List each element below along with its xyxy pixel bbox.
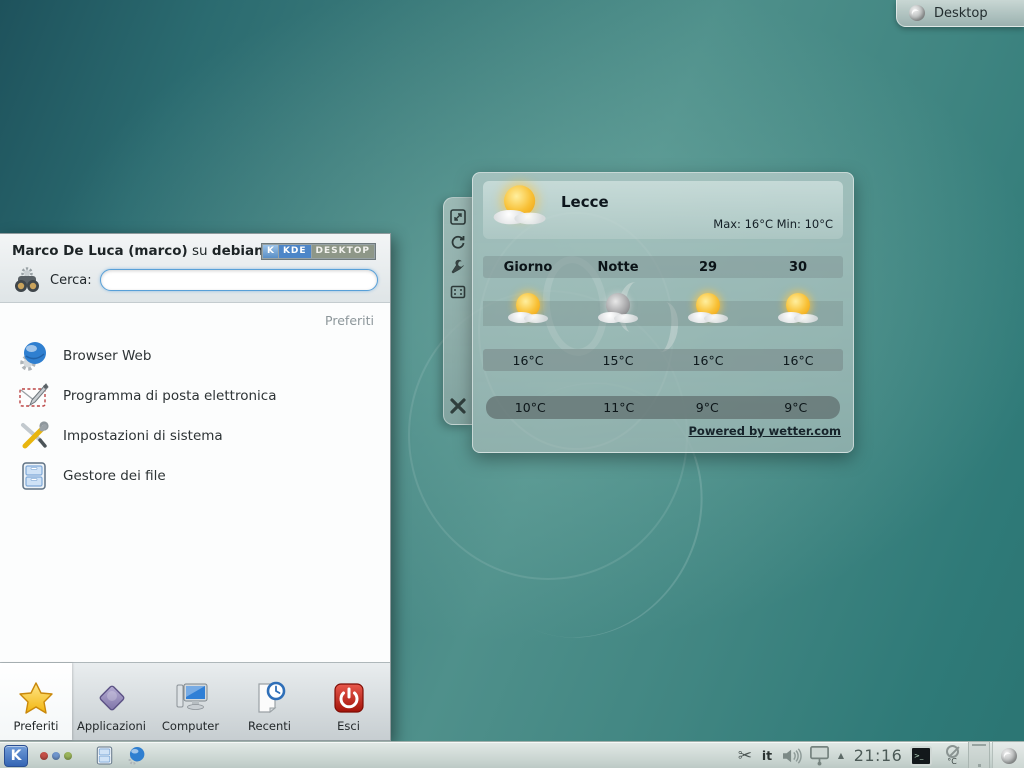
kickoff-user-name: Marco De Luca (marco) — [12, 243, 188, 259]
binoculars-search-icon — [12, 266, 42, 294]
weather-city: Lecce — [561, 193, 609, 211]
file-manager-icon — [18, 460, 50, 492]
search-input[interactable] — [100, 269, 378, 291]
tab-recenti[interactable]: Recenti — [230, 663, 309, 740]
weather-tray-icon[interactable]: °C — [940, 742, 964, 768]
weather-widget: Lecce Max: 16°C Min: 10°C Giorno Notte 2… — [472, 172, 854, 453]
kde-logo-icon: K — [4, 745, 28, 767]
tab-applicazioni[interactable]: Applicazioni — [72, 663, 151, 740]
weather-night-temps: 10°C 11°C 9°C 9°C — [486, 396, 840, 419]
weather-col-label: 30 — [753, 260, 843, 275]
pager-dot-red[interactable] — [40, 752, 48, 760]
weather-column-headers: Giorno Notte 29 30 — [483, 256, 843, 278]
menu-item-mail-client[interactable]: Programma di posta elettronica — [16, 376, 374, 416]
tab-label: Preferiti — [13, 719, 58, 733]
kickoff-menu: Marco De Luca (marco) su debian K KDE DE… — [0, 233, 391, 741]
desktop-toolbox[interactable]: Desktop — [896, 0, 1024, 27]
search-label: Cerca: — [50, 273, 92, 288]
kde-logo-icon: K — [263, 245, 278, 258]
web-browser-launcher[interactable] — [124, 742, 148, 768]
menu-item-label: Gestore dei file — [63, 468, 166, 484]
applet-micro-text — [972, 744, 986, 746]
sun-behind-cloud-icon — [776, 292, 820, 326]
sun-behind-cloud-icon — [506, 292, 550, 326]
day-temp: 15°C — [573, 353, 663, 368]
menu-item-label: Impostazioni di sistema — [63, 428, 223, 444]
pager-dot-blue[interactable] — [52, 752, 60, 760]
kickoff-hostname: debian — [212, 243, 264, 259]
power-icon — [332, 681, 366, 715]
plasma-cashew-icon — [1001, 748, 1017, 764]
taskbar-panel: K ✂ it — [0, 741, 1024, 768]
mail-client-icon — [18, 380, 50, 412]
weather-day-temps: 16°C 15°C 16°C 16°C — [483, 349, 843, 371]
night-temp: 10°C — [486, 400, 575, 415]
recent-documents-icon — [253, 681, 287, 715]
settings-wrench-icon[interactable] — [450, 259, 466, 275]
tab-preferiti[interactable]: Preferiti — [0, 663, 72, 740]
no-data-icon — [946, 745, 959, 758]
sun-behind-cloud-icon — [686, 292, 730, 326]
night-temp: 9°C — [663, 400, 752, 415]
weather-condition-icons — [483, 292, 843, 326]
kde-menu-button[interactable]: K — [3, 742, 29, 768]
weather-col-label: Giorno — [483, 260, 573, 275]
rotate-icon[interactable] — [450, 234, 466, 250]
keyboard-layout-indicator[interactable]: it — [757, 742, 777, 768]
panel-toolbox[interactable] — [992, 742, 1024, 768]
day-temp: 16°C — [663, 353, 753, 368]
file-manager-launcher[interactable] — [92, 742, 116, 768]
tab-computer[interactable]: Computer — [151, 663, 230, 740]
menu-item-label: Programma di posta elettronica — [63, 388, 276, 404]
computer-icon — [174, 681, 208, 715]
sun-behind-cloud-icon — [491, 184, 548, 228]
collapsed-applet[interactable] — [968, 742, 990, 768]
tab-label: Computer — [162, 719, 219, 733]
weather-header: Lecce Max: 16°C Min: 10°C — [483, 181, 843, 239]
digital-clock[interactable]: 21:16 — [849, 742, 907, 768]
menu-item-label: Browser Web — [63, 348, 151, 364]
plasmoid-handle[interactable] — [443, 197, 472, 425]
menu-item-file-manager[interactable]: Gestore dei file — [16, 456, 374, 496]
wetter-credit-link[interactable]: Powered by wetter.com — [688, 424, 841, 438]
moon-behind-cloud-icon — [596, 292, 640, 326]
applet-micro-text — [978, 764, 981, 767]
tab-label: Recenti — [248, 719, 291, 733]
kickoff-favorites-list: Preferiti Browser Web — [0, 303, 390, 662]
day-temp: 16°C — [483, 353, 573, 368]
kde-desktop-badge: K KDE DESKTOP — [261, 243, 376, 260]
resize-icon[interactable] — [450, 209, 466, 225]
day-temp: 16°C — [753, 353, 843, 368]
desktop-pager[interactable] — [34, 742, 78, 768]
system-settings-icon — [18, 420, 50, 452]
night-temp: 9°C — [752, 400, 841, 415]
star-icon — [19, 681, 53, 715]
applications-icon — [95, 681, 129, 715]
menu-item-browser-web[interactable]: Browser Web — [16, 336, 374, 376]
klipper-scissors-icon[interactable]: ✂ — [735, 742, 755, 768]
network-monitor-icon[interactable] — [806, 742, 832, 768]
desktop: Desktop Lecce Max: 16°C Min: 10°C Gior — [0, 0, 1024, 768]
tab-label: Esci — [337, 719, 360, 733]
menu-item-system-settings[interactable]: Impostazioni di sistema — [16, 416, 374, 456]
close-icon[interactable] — [449, 397, 467, 415]
maximize-icon[interactable] — [450, 284, 466, 300]
tab-label: Applicazioni — [77, 719, 146, 733]
kickoff-header: Marco De Luca (marco) su debian K KDE DE… — [0, 234, 390, 303]
tab-esci[interactable]: Esci — [309, 663, 388, 740]
favorites-section-label: Preferiti — [16, 313, 374, 328]
weather-minmax: Max: 16°C Min: 10°C — [713, 217, 833, 231]
web-browser-icon — [18, 340, 50, 372]
night-temp: 11°C — [575, 400, 664, 415]
plasma-cashew-icon — [909, 5, 925, 21]
weather-col-label: Notte — [573, 260, 663, 275]
kickoff-tab-bar: Preferiti Applicazioni — [0, 662, 390, 740]
weather-col-label: 29 — [663, 260, 753, 275]
pager-dot-green[interactable] — [64, 752, 72, 760]
volume-icon[interactable] — [780, 742, 804, 768]
desktop-toolbox-label: Desktop — [934, 6, 988, 21]
terminal-tray-icon[interactable]: >_ — [908, 742, 934, 768]
systray-expander-icon[interactable]: ▲ — [835, 742, 847, 768]
